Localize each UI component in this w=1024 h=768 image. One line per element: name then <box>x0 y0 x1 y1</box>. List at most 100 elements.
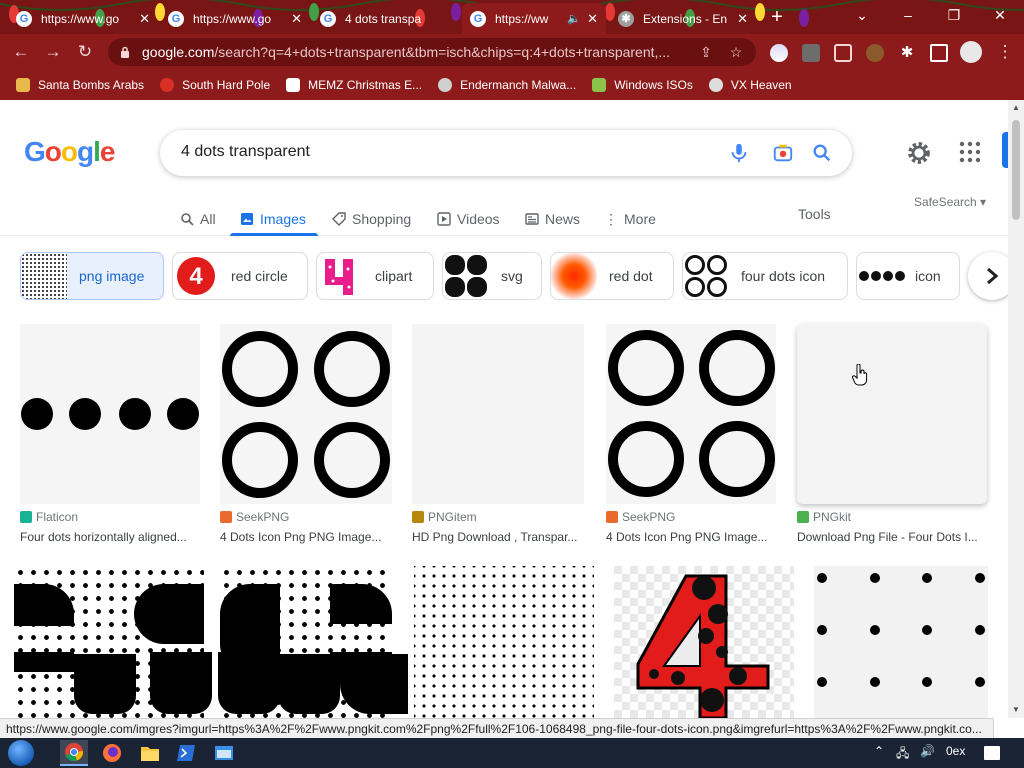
back-button[interactable]: ← <box>10 41 32 63</box>
chip-red-dot[interactable]: red dot <box>550 252 674 300</box>
search-icon[interactable] <box>811 142 833 164</box>
taskbar-chrome[interactable] <box>60 740 88 766</box>
tab-search-chevron-icon[interactable]: ⌄ <box>842 4 882 26</box>
image-result[interactable]: SeekPNG 4 Dots Icon Png PNG Image... <box>220 324 392 554</box>
microphone-icon[interactable] <box>728 142 750 164</box>
taskbar-powershell[interactable] <box>172 740 200 766</box>
taskbar-firefox[interactable] <box>98 740 126 766</box>
side-panel-icon[interactable] <box>930 44 948 62</box>
result-title[interactable]: 4 Dots Icon Png PNG Image... <box>606 530 776 544</box>
chip-svg[interactable]: svg <box>442 252 542 300</box>
bookmark-item[interactable]: Windows ISOs <box>592 78 693 92</box>
start-button[interactable] <box>8 740 34 766</box>
tab-shopping[interactable]: Shopping <box>332 204 411 234</box>
image-result[interactable] <box>814 566 988 718</box>
chip-red-circle[interactable]: 4 red circle <box>172 252 308 300</box>
image-result[interactable]: PNGitem HD Png Download , Transpar... <box>412 324 584 554</box>
network-icon[interactable]: 🖧 <box>896 744 909 765</box>
extensions-puzzle-icon[interactable]: ✱ <box>898 44 916 62</box>
menu-kebab-icon[interactable]: ⋮ <box>994 41 1016 63</box>
scrollbar-thumb[interactable] <box>1012 120 1020 220</box>
tab-news[interactable]: News <box>525 204 580 234</box>
minimize-button[interactable]: – <box>888 4 928 26</box>
image-result[interactable]: SeekPNG 4 Dots Icon Png PNG Image... <box>606 324 776 554</box>
result-thumbnail[interactable] <box>797 324 987 504</box>
extension-avatar-icon[interactable] <box>866 44 884 62</box>
image-result[interactable] <box>414 566 594 718</box>
browser-tab[interactable]: G https://www.go ✕ <box>160 3 310 34</box>
result-thumbnail[interactable] <box>20 324 200 504</box>
tab-all[interactable]: All <box>180 204 216 234</box>
result-source[interactable]: PNGkit <box>797 510 851 524</box>
result-thumbnail[interactable] <box>606 324 776 504</box>
bookmark-star-icon[interactable]: ☆ <box>728 44 744 60</box>
chip-clipart[interactable]: clipart <box>316 252 434 300</box>
extension-icon[interactable] <box>770 44 788 62</box>
bookmark-item[interactable]: Santa Bombs Arabs <box>16 78 144 92</box>
extension-box-icon[interactable] <box>834 44 852 62</box>
browser-tab[interactable]: ✱ Extensions - En ✕ <box>610 3 756 34</box>
image-result[interactable]: Flaticon Four dots horizontally aligned.… <box>20 324 200 554</box>
chip-icon[interactable]: icon <box>856 252 960 300</box>
scroll-down-arrow-icon[interactable]: ▼ <box>1008 702 1024 718</box>
page-scrollbar[interactable]: ▲ ▼ <box>1008 100 1024 718</box>
bookmark-item[interactable]: South Hard Pole <box>160 78 270 92</box>
tools-button[interactable]: Tools <box>798 206 831 222</box>
search-box[interactable]: 4 dots transparent <box>160 130 852 176</box>
close-tab-icon[interactable]: ✕ <box>737 11 748 27</box>
scroll-up-arrow-icon[interactable]: ▲ <box>1008 100 1024 116</box>
bookmark-item[interactable]: Endermanch Malwa... <box>438 78 576 92</box>
result-thumbnail[interactable] <box>412 324 584 504</box>
address-bar[interactable]: google.com/search?q=4+dots+transparent&t… <box>108 38 756 66</box>
close-tab-icon[interactable]: ✕ <box>139 11 150 27</box>
result-title[interactable]: 4 Dots Icon Png PNG Image... <box>220 530 392 544</box>
result-thumbnail[interactable] <box>414 566 594 718</box>
image-result[interactable] <box>614 566 794 718</box>
result-source[interactable]: SeekPNG <box>606 510 675 524</box>
browser-tab[interactable]: G 4 dots transpa <box>312 3 460 34</box>
tab-images[interactable]: Images <box>230 204 318 236</box>
bookmark-item[interactable]: MEMZ Christmas E... <box>286 78 422 92</box>
taskbar-window[interactable] <box>210 740 238 766</box>
browser-tab-active[interactable]: G https://ww 🔈 ✕ <box>462 3 606 34</box>
result-title[interactable]: HD Png Download , Transpar... <box>412 530 584 544</box>
gear-icon[interactable] <box>906 140 932 166</box>
bookmark-item[interactable]: VX Heaven <box>708 78 792 92</box>
taskbar-explorer[interactable] <box>136 740 164 766</box>
browser-tab[interactable]: G https://www.go ✕ <box>8 3 158 34</box>
search-input[interactable]: 4 dots transparent <box>181 143 310 161</box>
reload-button[interactable]: ↻ <box>74 41 96 63</box>
result-title[interactable]: Download Png File - Four Dots I... <box>797 530 987 544</box>
show-hidden-icons-chevron-icon[interactable]: ⌃ <box>874 744 884 758</box>
tray-text[interactable]: 0ex <box>946 744 965 758</box>
result-source[interactable]: Flaticon <box>20 510 78 524</box>
volume-icon[interactable]: 🔊 <box>920 744 935 758</box>
extension-s-icon[interactable] <box>802 44 820 62</box>
result-thumbnail[interactable] <box>614 566 794 718</box>
new-tab-button[interactable]: + <box>766 6 788 28</box>
apps-grid-icon[interactable] <box>958 140 982 164</box>
speaker-icon[interactable]: 🔈 <box>567 12 581 25</box>
close-tab-icon[interactable]: ✕ <box>587 11 598 27</box>
profile-avatar-icon[interactable] <box>960 41 982 63</box>
result-source[interactable]: PNGitem <box>412 510 477 524</box>
result-thumbnail[interactable] <box>220 324 392 504</box>
notification-center-icon[interactable] <box>984 746 1000 760</box>
tab-videos[interactable]: Videos <box>437 204 500 234</box>
safesearch-dropdown[interactable]: SafeSearch ▾ <box>914 195 986 209</box>
chip-four-dots-icon[interactable]: four dots icon <box>682 252 848 300</box>
close-window-button[interactable]: ✕ <box>980 4 1020 26</box>
result-title[interactable]: Four dots horizontally aligned... <box>20 530 200 544</box>
close-tab-icon[interactable]: ✕ <box>291 11 302 27</box>
image-result-hovered[interactable]: PNGkit Download Png File - Four Dots I..… <box>797 324 987 554</box>
result-thumbnail[interactable] <box>814 566 988 718</box>
forward-button[interactable]: → <box>42 41 64 63</box>
google-logo[interactable]: Google <box>24 136 115 168</box>
result-source[interactable]: SeekPNG <box>220 510 289 524</box>
chips-next-button[interactable] <box>968 252 1008 300</box>
tab-more[interactable]: ⋮ More <box>604 204 656 234</box>
camera-lens-icon[interactable] <box>772 142 794 164</box>
restore-button[interactable]: ❐ <box>934 4 974 26</box>
share-icon[interactable]: ⇪ <box>698 44 714 60</box>
chip-png-image[interactable]: png image <box>20 252 164 300</box>
